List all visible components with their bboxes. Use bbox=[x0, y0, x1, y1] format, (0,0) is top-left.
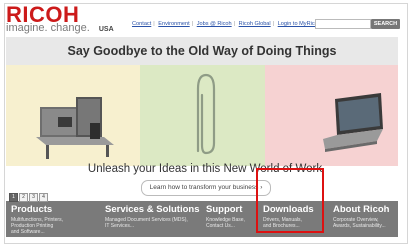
hero-panel-office bbox=[6, 65, 140, 166]
paperclip-icon bbox=[196, 73, 216, 155]
tile-products[interactable]: Products Multifunctions, Printers, Produ… bbox=[6, 201, 100, 237]
downloads-highlight-box bbox=[256, 168, 324, 233]
hero-panel-paperclip bbox=[140, 65, 265, 166]
tile-support[interactable]: Support Knowledge Base, Contact Us... bbox=[201, 201, 258, 237]
nav-link-contact[interactable]: Contact bbox=[132, 21, 151, 27]
tile-services-solutions[interactable]: Services & Solutions Managed Document Se… bbox=[100, 201, 201, 237]
carousel-pager: 1234 bbox=[9, 185, 49, 203]
tile-desc: Corporate Overview, Awards, Sustainabili… bbox=[333, 217, 386, 229]
country-label: USA bbox=[98, 26, 114, 33]
pager-4[interactable]: 4 bbox=[39, 193, 48, 202]
tile-desc: Multifunctions, Printers, Production Pri… bbox=[11, 217, 63, 235]
tile-title: About Ricoh bbox=[333, 204, 390, 215]
tagline-text: imagine. change. bbox=[6, 22, 90, 34]
learn-more-button[interactable]: Learn how to transform your business › bbox=[141, 180, 271, 196]
search-input[interactable] bbox=[315, 19, 371, 29]
headline: Say Goodbye to the Old Way of Doing Thin… bbox=[6, 37, 398, 65]
pager-3[interactable]: 3 bbox=[29, 193, 38, 202]
laptop-illustration bbox=[323, 93, 383, 152]
pager-2[interactable]: 2 bbox=[19, 193, 28, 202]
tile-desc: Managed Document Services (MDS), IT Serv… bbox=[105, 217, 188, 229]
tile-title: Services & Solutions bbox=[105, 204, 200, 215]
hero-slogan: Unleash your Ideas in this New World of … bbox=[87, 163, 323, 175]
pager-1[interactable]: 1 bbox=[9, 193, 18, 202]
search-button[interactable]: SEARCH bbox=[371, 19, 400, 29]
nav-link-ricoh-global[interactable]: Ricoh Global bbox=[239, 21, 271, 27]
learn-more-label: Learn how to transform your business bbox=[149, 184, 259, 191]
tile-title: Products bbox=[11, 204, 53, 215]
hero-panel-laptop bbox=[265, 65, 398, 166]
nav-link-environment[interactable]: Environment bbox=[158, 21, 189, 27]
office-cubicle-illustration bbox=[36, 97, 114, 159]
tile-desc: Knowledge Base, Contact Us... bbox=[206, 217, 245, 229]
top-nav: Contact | Environment | Jobs @ Ricoh | Rico… bbox=[132, 21, 324, 27]
tagline: imagine. change. USA bbox=[6, 22, 114, 34]
tile-title: Support bbox=[206, 204, 243, 215]
nav-link-jobs[interactable]: Jobs @ Ricoh bbox=[197, 21, 232, 27]
bottom-nav: Products Multifunctions, Printers, Produ… bbox=[6, 201, 398, 237]
tile-about-ricoh[interactable]: About Ricoh Corporate Overview, Awards, … bbox=[328, 201, 398, 237]
hero-banner[interactable] bbox=[6, 65, 398, 166]
